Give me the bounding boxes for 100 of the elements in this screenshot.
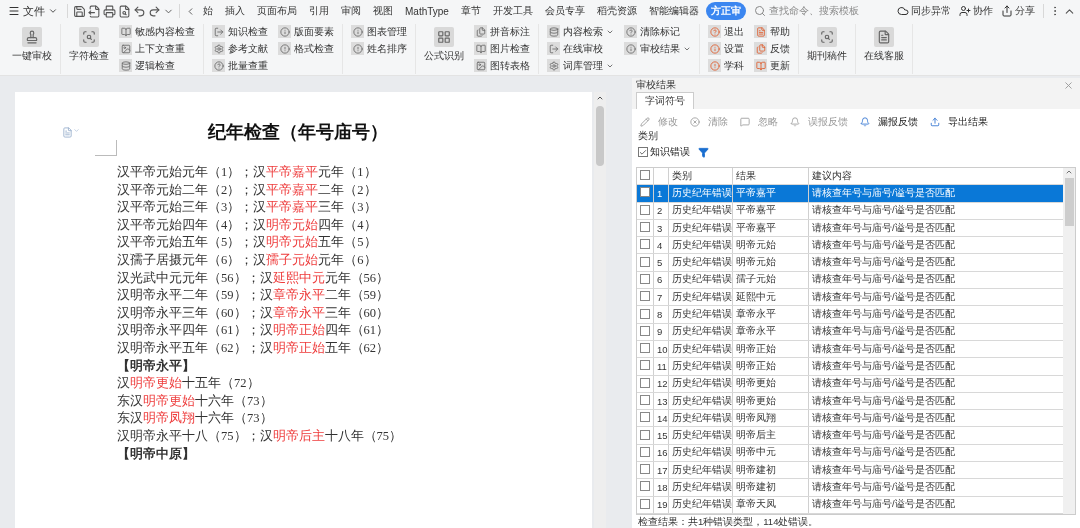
select-all-checkbox[interactable] [640, 170, 650, 181]
ribbon-button[interactable]: 反馈 [752, 41, 792, 56]
ribbon-button[interactable]: 清除标记 [622, 24, 693, 39]
row-number: 15 [653, 427, 668, 444]
ribbon-button[interactable]: 知识检查 [210, 24, 270, 39]
ribbon-button[interactable]: 学科 [706, 58, 746, 73]
result-row[interactable]: 4 历史纪年错误 明帝元始 请核查年号与庙号/谥号是否匹配 [637, 237, 1063, 255]
text-line: 汉明帝永平二年（59）；汉章帝永平二年（59） [117, 287, 390, 305]
row-checkbox[interactable] [640, 239, 650, 250]
ribbon-button[interactable]: 上下文查重 [117, 41, 197, 56]
preview-icon[interactable] [118, 4, 131, 18]
toolbar-button[interactable]: 分享 [998, 4, 1038, 18]
category-checkbox[interactable]: 知识错误 [638, 145, 690, 159]
row-checkbox[interactable] [640, 464, 650, 475]
ribbon-button[interactable]: 在线客服 [862, 24, 906, 66]
print-icon[interactable] [103, 4, 116, 18]
ribbon-tab[interactable]: 视图 [368, 2, 398, 20]
save-icon[interactable] [73, 4, 86, 18]
undo-icon[interactable] [133, 4, 146, 18]
row-checkbox[interactable] [640, 291, 650, 302]
scrollbar[interactable] [1063, 168, 1075, 514]
ribbon-tab[interactable]: 审阅 [336, 2, 366, 20]
row-checkbox[interactable] [640, 273, 650, 284]
ribbon-tab[interactable]: 开发工具 [487, 2, 538, 20]
result-row[interactable]: 7 历史纪年错误 延熙中元 请核查年号与庙号/谥号是否匹配 [637, 289, 1063, 307]
ribbon-button[interactable]: 字符检查 [67, 24, 111, 66]
row-checkbox[interactable] [640, 187, 650, 198]
row-checkbox[interactable] [640, 308, 650, 319]
result-row[interactable]: 5 历史纪年错误 明帝元始 请核查年号与庙号/谥号是否匹配 [637, 254, 1063, 272]
filter-icon[interactable] [698, 146, 709, 158]
ribbon-button[interactable]: 姓名排序 [349, 41, 409, 56]
ribbon-button[interactable]: 审校结果 [622, 41, 693, 56]
table-cell: 历史纪年错误 [668, 306, 732, 323]
redo-icon[interactable] [148, 4, 161, 18]
row-checkbox[interactable] [640, 325, 650, 336]
ribbon-tab[interactable]: 智能编辑器 [643, 2, 704, 20]
toolbar-button[interactable]: 同步异常 [894, 4, 954, 18]
ribbon-button[interactable]: 公式识别 [422, 24, 466, 66]
ribbon-button[interactable]: 敏感内容检查 [117, 24, 197, 39]
ribbon-tab[interactable]: 章节 [455, 2, 486, 20]
ribbon-tab[interactable]: 始 [198, 2, 218, 20]
export-icon[interactable] [88, 4, 101, 18]
ribbon-button[interactable]: 期刊稿件 [805, 24, 849, 66]
ribbon-button[interactable]: 更新 [752, 58, 792, 73]
ribbon-button[interactable]: 词库管理 [545, 58, 616, 73]
scroll-up-icon[interactable] [1065, 168, 1073, 176]
ribbon-button[interactable]: 格式检查 [276, 41, 336, 56]
row-checkbox[interactable] [640, 360, 650, 371]
ribbon-button[interactable]: 参考文献 [210, 41, 270, 56]
scroll-thumb[interactable] [1064, 178, 1074, 226]
ribbon-button[interactable]: 退出 [706, 24, 746, 39]
row-checkbox[interactable] [640, 481, 650, 492]
ribbon-tab[interactable]: 插入 [220, 2, 250, 20]
file-menu[interactable]: 文件 [4, 3, 62, 19]
toolbar-button[interactable]: 漏报反馈 [856, 115, 922, 129]
ribbon-button[interactable]: 图片检查 [472, 41, 532, 56]
ribbon-button[interactable]: 图转表格 [472, 58, 532, 73]
row-checkbox[interactable] [640, 256, 650, 267]
ribbon-button[interactable]: 帮助 [752, 24, 792, 39]
ribbon-button[interactable]: 图表管理 [349, 24, 409, 39]
ribbon-button[interactable]: 内容检索 [545, 24, 616, 39]
ribbon-button[interactable]: 批量查重 [210, 58, 270, 73]
table-cell: 章帝永平 [732, 323, 808, 340]
ribbon-button[interactable]: 拼音标注 [472, 24, 532, 39]
result-row[interactable]: 18 历史纪年错误 明帝建初 请核查年号与庙号/谥号是否匹配 [637, 479, 1063, 497]
scroll-up-icon[interactable] [596, 94, 604, 102]
ribbon-tab[interactable]: 方正审 [705, 2, 746, 20]
row-checkbox[interactable] [640, 412, 650, 423]
toolbar-button[interactable]: 导出结果 [926, 115, 992, 129]
row-checkbox[interactable] [640, 395, 650, 405]
result-row[interactable]: 17 历史纪年错误 明帝建初 请核查年号与庙号/谥号是否匹配 [637, 462, 1063, 480]
ribbon-tab[interactable]: 稻壳资源 [591, 2, 642, 20]
tool-icon [740, 117, 750, 127]
scrollbar[interactable] [594, 92, 606, 528]
result-row[interactable]: 1 历史纪年错误 平帝嘉平 请核查年号与庙号/谥号是否匹配 [637, 185, 1063, 203]
close-icon[interactable] [1063, 79, 1074, 91]
row-checkbox[interactable] [640, 446, 650, 457]
row-checkbox[interactable] [640, 377, 650, 388]
ribbon-tab[interactable]: 会员专享 [539, 2, 590, 20]
row-checkbox[interactable] [640, 429, 650, 440]
scroll-thumb[interactable] [596, 106, 604, 166]
row-checkbox[interactable] [640, 343, 650, 354]
row-checkbox[interactable] [640, 498, 650, 509]
search-field[interactable]: 查找命令、搜索模板 [753, 4, 859, 18]
ribbon-tab[interactable]: 页面布局 [252, 2, 302, 20]
result-row[interactable]: 11 历史纪年错误 明帝正始 请核查年号与庙号/谥号是否匹配 [637, 358, 1063, 376]
ribbon-tab[interactable]: 引用 [304, 2, 334, 20]
row-checkbox[interactable] [640, 222, 650, 233]
ribbon-button[interactable]: 设置 [706, 41, 746, 56]
result-row[interactable]: 14 历史纪年错误 明帝凤翔 请核查年号与庙号/谥号是否匹配 [637, 410, 1063, 428]
ribbon-button[interactable]: 在线审校 [545, 41, 616, 56]
result-row[interactable]: 15 历史纪年错误 明帝后主 请核查年号与庙号/谥号是否匹配 [637, 427, 1063, 445]
ribbon-button[interactable]: 版面要素 [276, 24, 336, 39]
toolbar-button[interactable]: 协作 [956, 4, 996, 18]
ribbon-button[interactable]: 逻辑检查 [117, 58, 197, 73]
result-row[interactable]: 8 历史纪年错误 章帝永平 请核查年号与庙号/谥号是否匹配 [637, 306, 1063, 324]
ribbon-tab[interactable]: MathType [400, 3, 454, 19]
ribbon-button[interactable]: 一键审校 [10, 24, 54, 66]
panel-tab[interactable]: 字词符号 [636, 92, 694, 109]
row-checkbox[interactable] [640, 204, 650, 215]
